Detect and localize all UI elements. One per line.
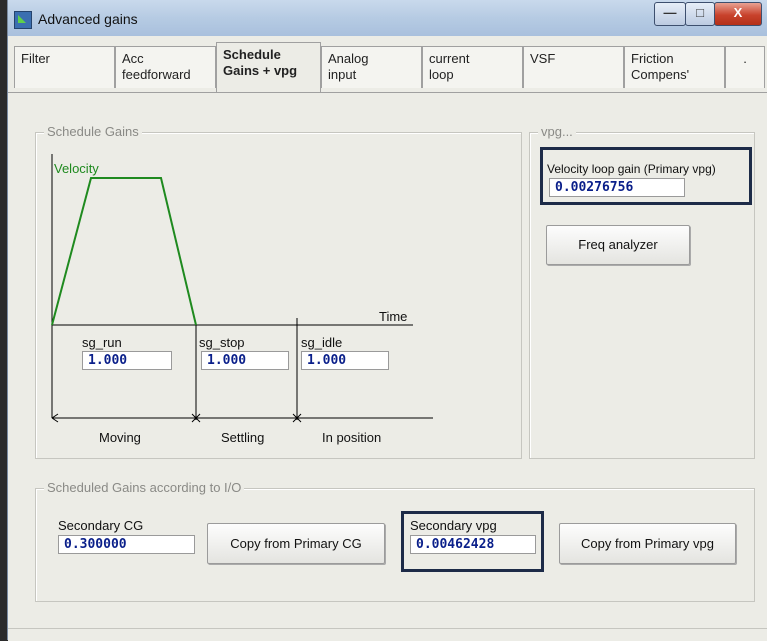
secondary-cg-input[interactable]: 0.300000 [58,535,195,554]
copy-from-primary-cg-button[interactable]: Copy from Primary CG [207,523,385,564]
phase-moving-label: Moving [99,430,141,445]
copy-from-primary-vpg-button[interactable]: Copy from Primary vpg [559,523,736,564]
phase-settling-label: Settling [221,430,265,445]
sg-idle-input[interactable]: 1.000 [301,351,389,370]
tab-schedule-label-1: Schedule [223,47,281,62]
time-label: Time [379,309,408,324]
secondary-cg-label: Secondary CG [58,518,144,533]
sg-run-input[interactable]: 1.000 [82,351,172,370]
velocity-loop-gain-input[interactable]: 0.00276756 [549,178,685,197]
sg-stop-input[interactable]: 1.000 [201,351,289,370]
velocity-label: Velocity [54,161,99,176]
phase-in-position-label: In position [322,430,382,445]
velocity-curve [51,177,197,326]
secondary-vpg-input[interactable]: 0.00462428 [410,535,536,554]
sg-run-label: sg_run [82,335,122,350]
freq-analyzer-button[interactable]: Freq analyzer [546,225,690,265]
advanced-gains-window: Advanced gains — □ X Filter Acc feedforw… [7,0,767,641]
tab-schedule-gains-vpg[interactable]: Schedule Gains + vpg [216,42,321,92]
sg-stop-label: sg_stop [199,335,245,350]
scheduled-io-group-label: Scheduled Gains according to I/O [44,480,245,495]
window-bottom-edge [8,628,767,641]
tab-schedule-label-2: Gains + vpg [223,63,298,78]
sg-idle-label: sg_idle [301,335,343,350]
vpg-group-label: vpg... [538,124,576,139]
velocity-loop-gain-label: Velocity loop gain (Primary vpg) [547,162,716,176]
secondary-vpg-label: Secondary vpg [410,518,497,533]
